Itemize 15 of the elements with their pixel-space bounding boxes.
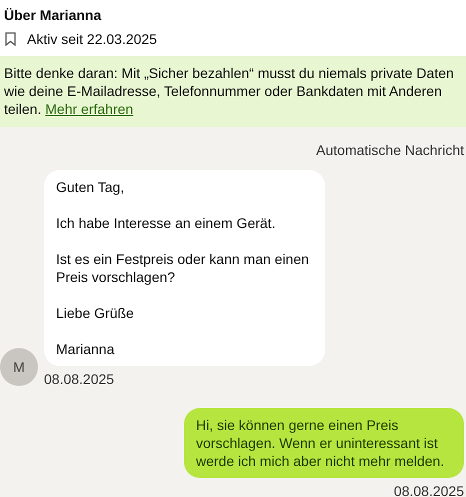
message-text: Ich habe Interesse an einem Gerät. (56, 214, 276, 232)
message-date: 08.08.2025 (44, 370, 116, 388)
active-since: Aktiv seit 22.03.2025 (27, 30, 157, 48)
message-text: Liebe Grüße (56, 304, 135, 322)
avatar: M (0, 348, 38, 386)
learn-more-link[interactable]: Mehr erfahren (45, 101, 134, 117)
message-text: Hi, sie können gerne einen Preis vorschlagen. Wenn er uninteressant ist werde ich mich aber nicht mehr melden. (196, 416, 446, 470)
message-date: 08.08.2025 (392, 482, 464, 497)
message-text: Marianna (56, 340, 116, 358)
message-text: Ist es ein Festpreis oder kann man einen Preis vorschlagen? (56, 250, 309, 286)
message-text: Guten Tag, (56, 178, 126, 196)
safety-notice: Bitte denke daran: Mit „Sicher bezahlen“ musst du niemals private Daten wie deine E-Mailadresse, Telefonnummer oder Bankdaten mit Anderen teilen. Mehr erfahren (0, 56, 466, 127)
automatic-message-label: Automatische Nachricht (315, 141, 464, 159)
bookmark-icon (5, 32, 16, 46)
profile-title: Über Marianna (4, 6, 102, 24)
